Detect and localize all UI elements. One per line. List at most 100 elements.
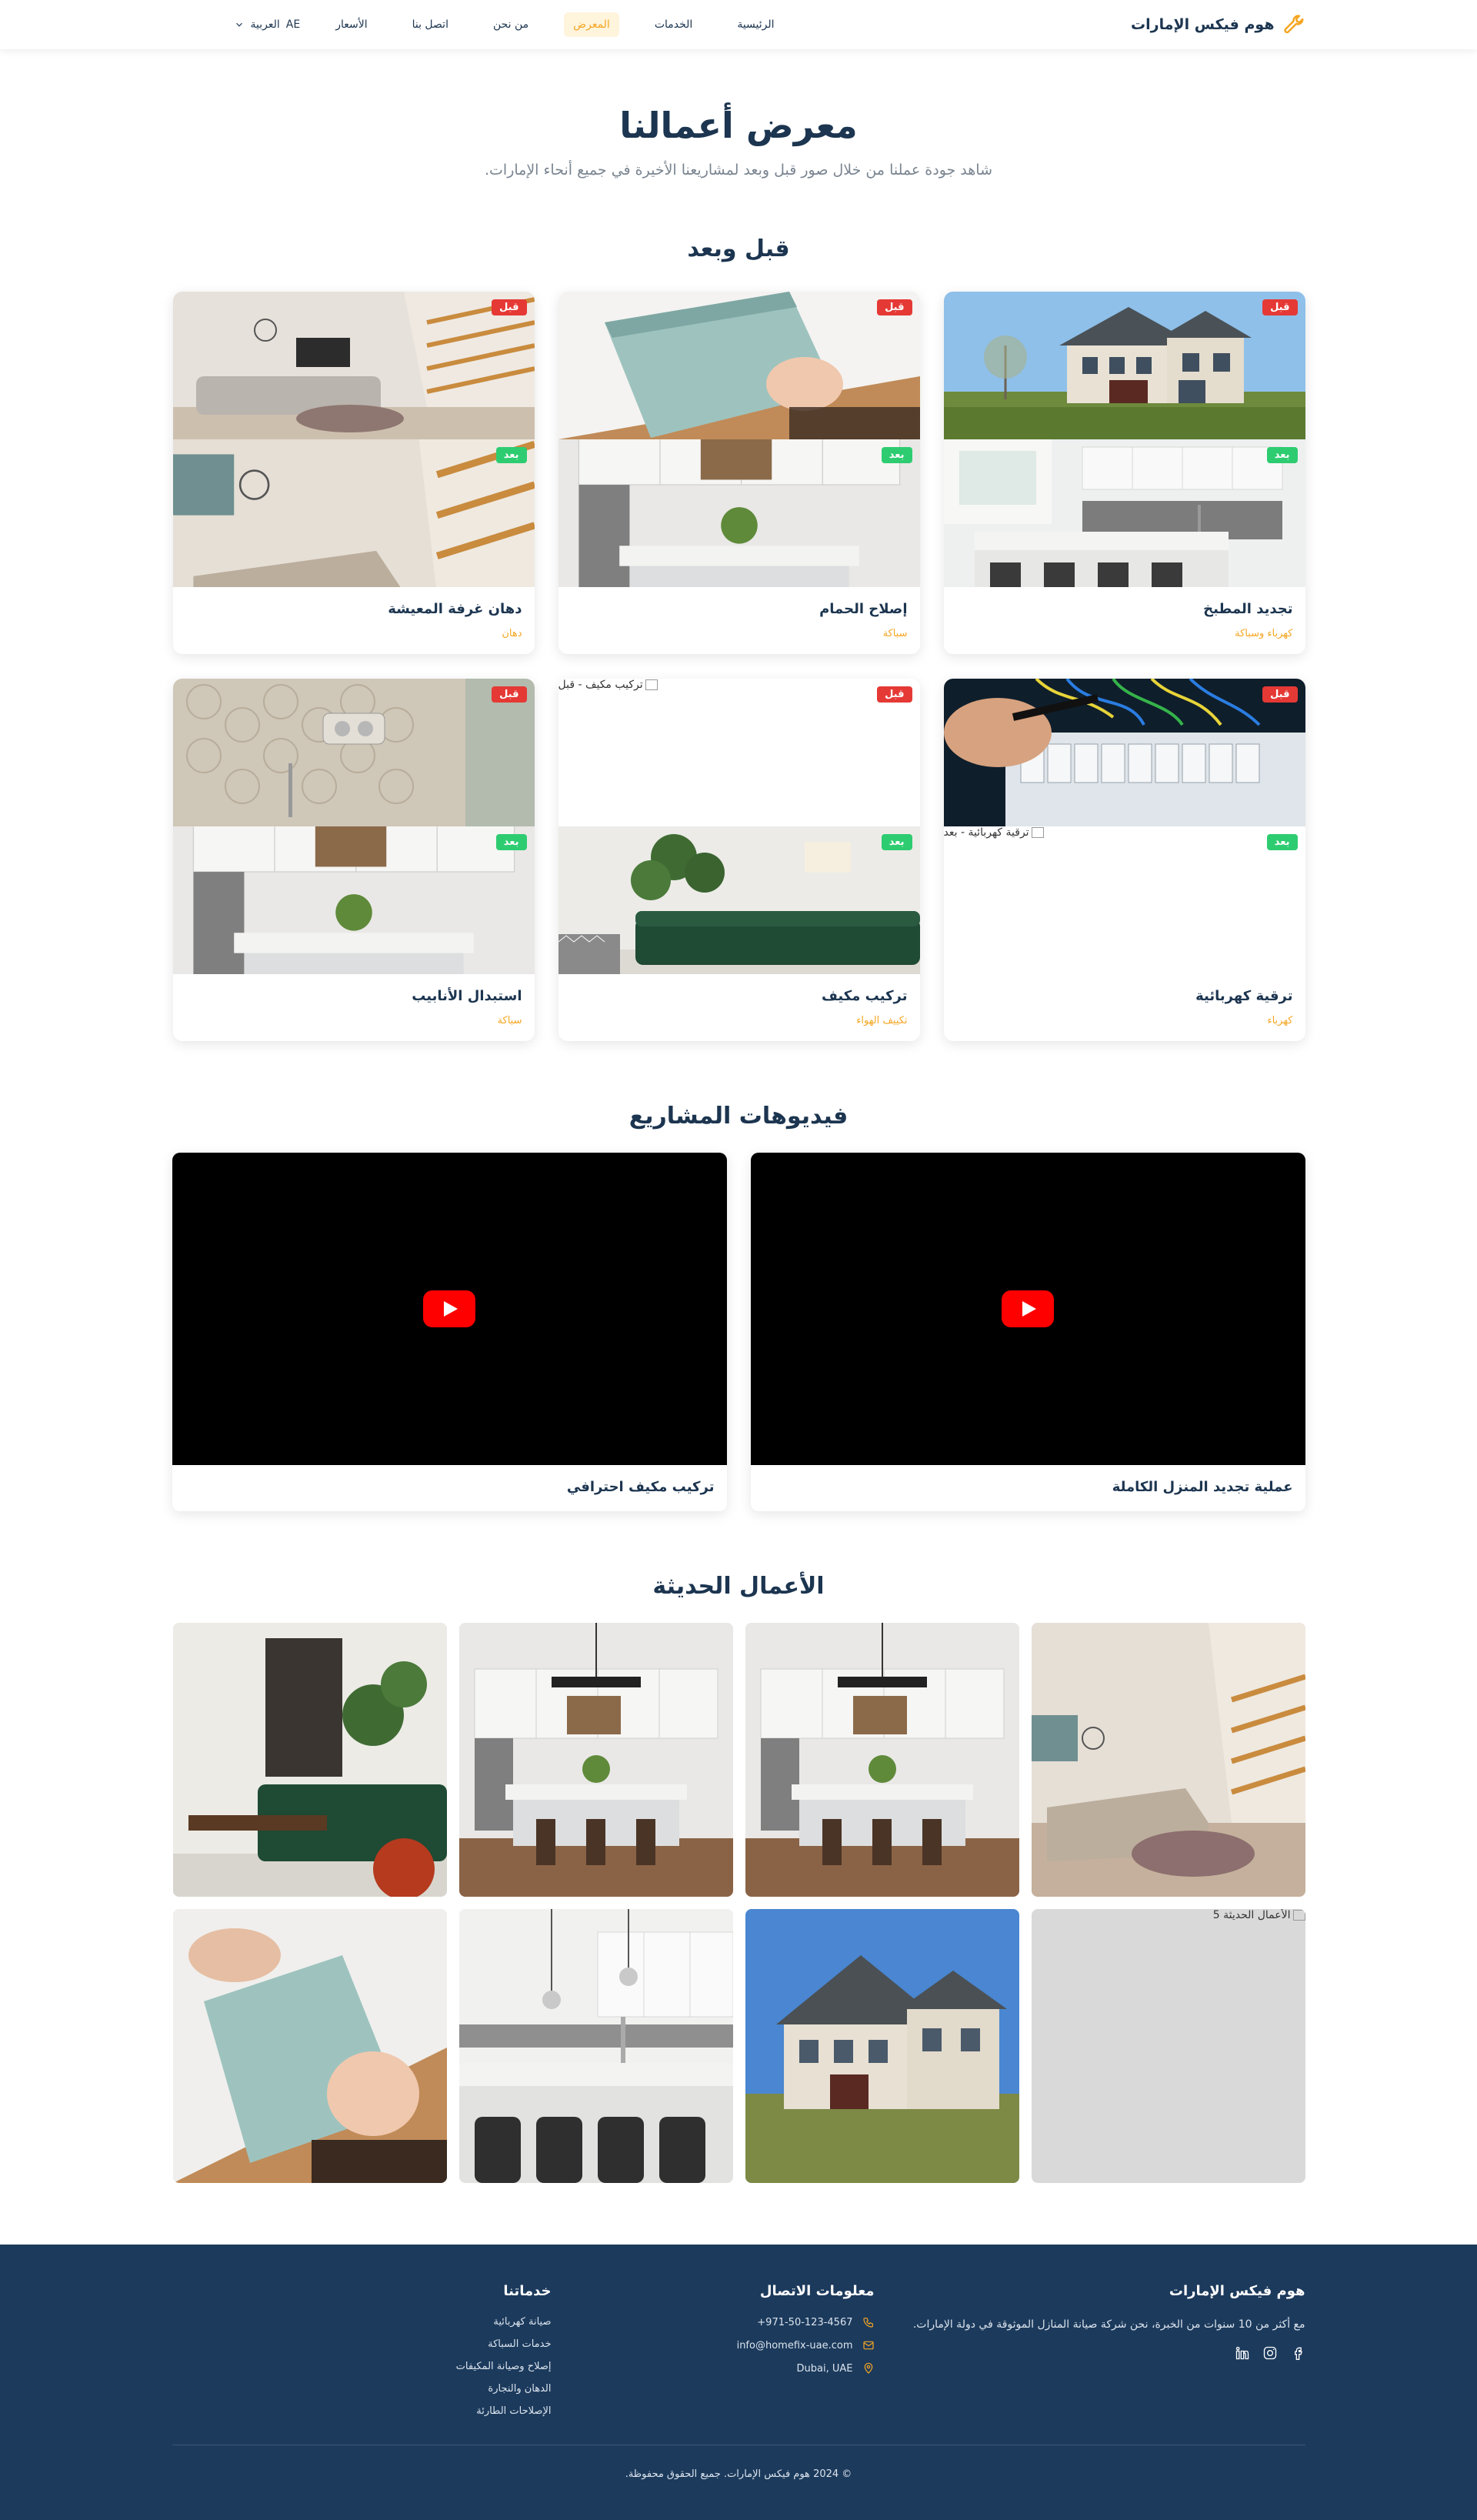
before-after-card[interactable]: تركيب مكيف - قبل قبل بعد تركيب مكيف تكيي… <box>558 679 920 1041</box>
living-room-photo <box>1032 1623 1305 1897</box>
before-image: قبل <box>558 292 920 439</box>
paint-swatch-photo <box>172 1909 447 2183</box>
contact-phone[interactable]: +971-50-123-4567 <box>552 2316 875 2328</box>
after-badge: بعد <box>1266 834 1298 850</box>
play-icon[interactable] <box>1002 1290 1054 1327</box>
card-title: دهان غرفة المعيشة <box>388 601 522 617</box>
kitchen-photo <box>173 826 535 974</box>
living-room-photo <box>173 292 535 439</box>
bathroom-tiles-photo <box>173 679 535 826</box>
nav-link-gallery[interactable]: المعرض <box>564 12 619 37</box>
footer-service-link[interactable]: الإصلاحات الطارئة <box>290 2405 551 2417</box>
after-image: بعد <box>173 826 535 974</box>
kitchen-photo <box>558 439 920 587</box>
footer-service-link[interactable]: الدهان والنجارة <box>290 2383 551 2395</box>
linkedin-icon[interactable] <box>1235 2345 1250 2361</box>
card-title: تركيب مكيف <box>822 988 908 1004</box>
footer-service-link[interactable]: صيانة كهربائية <box>290 2316 551 2328</box>
before-after-card[interactable]: قبل بعد دهان غرفة المعيشة دهان <box>172 292 535 654</box>
recent-works-section: الأعمال الحديثة الأعمال الحديثة 5 <box>0 1573 1477 2183</box>
broken-image-icon <box>1031 827 1044 838</box>
recent-work-item[interactable] <box>745 1623 1019 1897</box>
nav-link-services[interactable]: الخدمات <box>645 12 702 37</box>
recent-work-item[interactable] <box>172 1623 447 1897</box>
footer-brand-description: مع أكثر من 10 سنوات من الخبرة، نحن شركة … <box>912 2318 1305 2331</box>
after-badge: بعد <box>881 447 912 463</box>
nav-link-pricing[interactable]: الأسعار <box>326 12 376 37</box>
before-after-card[interactable]: قبل بعد تجديد المطبخ كهرباء وسباكة <box>943 292 1305 654</box>
footer-services-title: خدماتنا <box>503 2283 552 2299</box>
before-badge: قبل <box>877 686 912 703</box>
after-image: ترقية كهربائية - بعد بعد <box>943 826 1305 974</box>
before-image: قبل <box>944 679 1305 826</box>
navbar: هوم فيكس الإمارات الرئيسية الخدمات المعر… <box>0 0 1477 49</box>
video-player[interactable] <box>750 1153 1305 1465</box>
nav-link-contact[interactable]: اتصل بنا <box>403 12 458 37</box>
footer-contact: معلومات الاتصال +971-50-123-4567 info@ho… <box>552 2283 875 2385</box>
after-image: بعد <box>558 439 920 587</box>
card-title: ترقية كهربائية <box>1195 988 1293 1004</box>
before-after-card[interactable]: قبل بعد استبدال الأنابيب سباكة <box>172 679 535 1041</box>
recent-work-item[interactable] <box>458 1623 733 1897</box>
phone-icon <box>862 2318 873 2328</box>
social-links <box>875 2345 1305 2361</box>
after-badge: بعد <box>881 834 912 850</box>
video-title: تركيب مكيف احترافي <box>566 1479 715 1495</box>
before-after-card[interactable]: قبل ترقية كهربائية - بعد بعد ترقية كهربا… <box>943 679 1305 1041</box>
recent-work-item[interactable]: الأعمال الحديثة 5 <box>1031 1909 1305 2183</box>
recent-work-item[interactable] <box>172 1909 447 2183</box>
broken-image-alt: تركيب مكيف - قبل <box>558 679 658 691</box>
kitchen-photo <box>459 1623 733 1897</box>
before-after-grid: قبل بعد تجديد المطبخ كهرباء وسباكة قبل ب… <box>172 292 1305 1041</box>
before-after-title: قبل وبعد <box>687 235 790 262</box>
electrical-panel-photo <box>944 679 1305 826</box>
after-image: بعد <box>173 439 535 587</box>
language-label: العربية <box>250 18 280 31</box>
recent-work-item[interactable] <box>745 1909 1019 2183</box>
envelope-icon <box>862 2341 874 2350</box>
instagram-icon[interactable] <box>1262 2345 1278 2361</box>
footer: هوم فيكس الإمارات مع أكثر من 10 سنوات من… <box>0 2245 1477 2520</box>
broken-image-icon <box>1292 1910 1305 1921</box>
card-title: تجديد المطبخ <box>1203 601 1293 617</box>
nav-menu: الرئيسية الخدمات المعرض من نحن اتصل بنا … <box>172 12 784 37</box>
brand-logo[interactable]: هوم فيكس الإمارات <box>1131 13 1305 36</box>
videos-title: فيديوهات المشاريع <box>628 1103 849 1130</box>
contact-email[interactable]: info@homefix-uae.com <box>552 2339 875 2351</box>
recent-works-title: الأعمال الحديثة <box>652 1573 825 1600</box>
footer-service-link[interactable]: إصلاح وصيانة المكيفات <box>290 2361 552 2372</box>
play-icon[interactable] <box>423 1290 475 1327</box>
footer-services: خدماتنا صيانة كهربائية خدمات السباكة إصل… <box>290 2283 552 2428</box>
recent-works-grid: الأعمال الحديثة 5 <box>172 1623 1305 2183</box>
house-photo <box>944 292 1305 439</box>
before-badge: قبل <box>492 299 527 315</box>
copyright: © 2024 هوم فيكس الإمارات. جميع الحقوق مح… <box>625 2468 852 2480</box>
video-grid: عملية تجديد المنزل الكاملة تركيب مكيف اح… <box>172 1153 1305 1511</box>
broken-image-alt: ترقية كهربائية - بعد <box>944 826 1044 839</box>
green-sofa-photo <box>558 826 920 974</box>
kitchen-photo <box>459 1909 733 2183</box>
after-badge: بعد <box>495 447 527 463</box>
before-badge: قبل <box>492 686 527 703</box>
footer-contact-title: معلومات الاتصال <box>759 2283 875 2299</box>
card-category: كهرباء <box>1267 1015 1293 1026</box>
before-after-card[interactable]: قبل بعد إصلاح الحمام سباكة <box>558 292 920 654</box>
nav-link-about[interactable]: من نحن <box>484 12 538 37</box>
language-switcher[interactable]: AE العربية <box>234 18 301 31</box>
recent-work-item[interactable] <box>1031 1623 1305 1897</box>
green-sofa-photo <box>172 1623 447 1897</box>
facebook-icon[interactable] <box>1290 2345 1305 2361</box>
language-code: AE <box>285 18 301 31</box>
recent-work-item[interactable] <box>458 1909 733 2183</box>
footer-service-link[interactable]: خدمات السباكة <box>290 2338 551 2350</box>
card-title: استبدال الأنابيب <box>412 988 522 1004</box>
living-room-photo <box>173 439 535 587</box>
nav-link-home[interactable]: الرئيسية <box>728 12 783 37</box>
before-image: قبل <box>173 292 535 439</box>
page-title: معرض أعمالنا <box>619 105 858 146</box>
kitchen-photo <box>745 1623 1019 1897</box>
video-player[interactable] <box>172 1153 727 1465</box>
kitchen-photo <box>944 439 1305 587</box>
wrench-icon <box>1283 15 1303 34</box>
footer-about: هوم فيكس الإمارات مع أكثر من 10 سنوات من… <box>875 2283 1305 2361</box>
